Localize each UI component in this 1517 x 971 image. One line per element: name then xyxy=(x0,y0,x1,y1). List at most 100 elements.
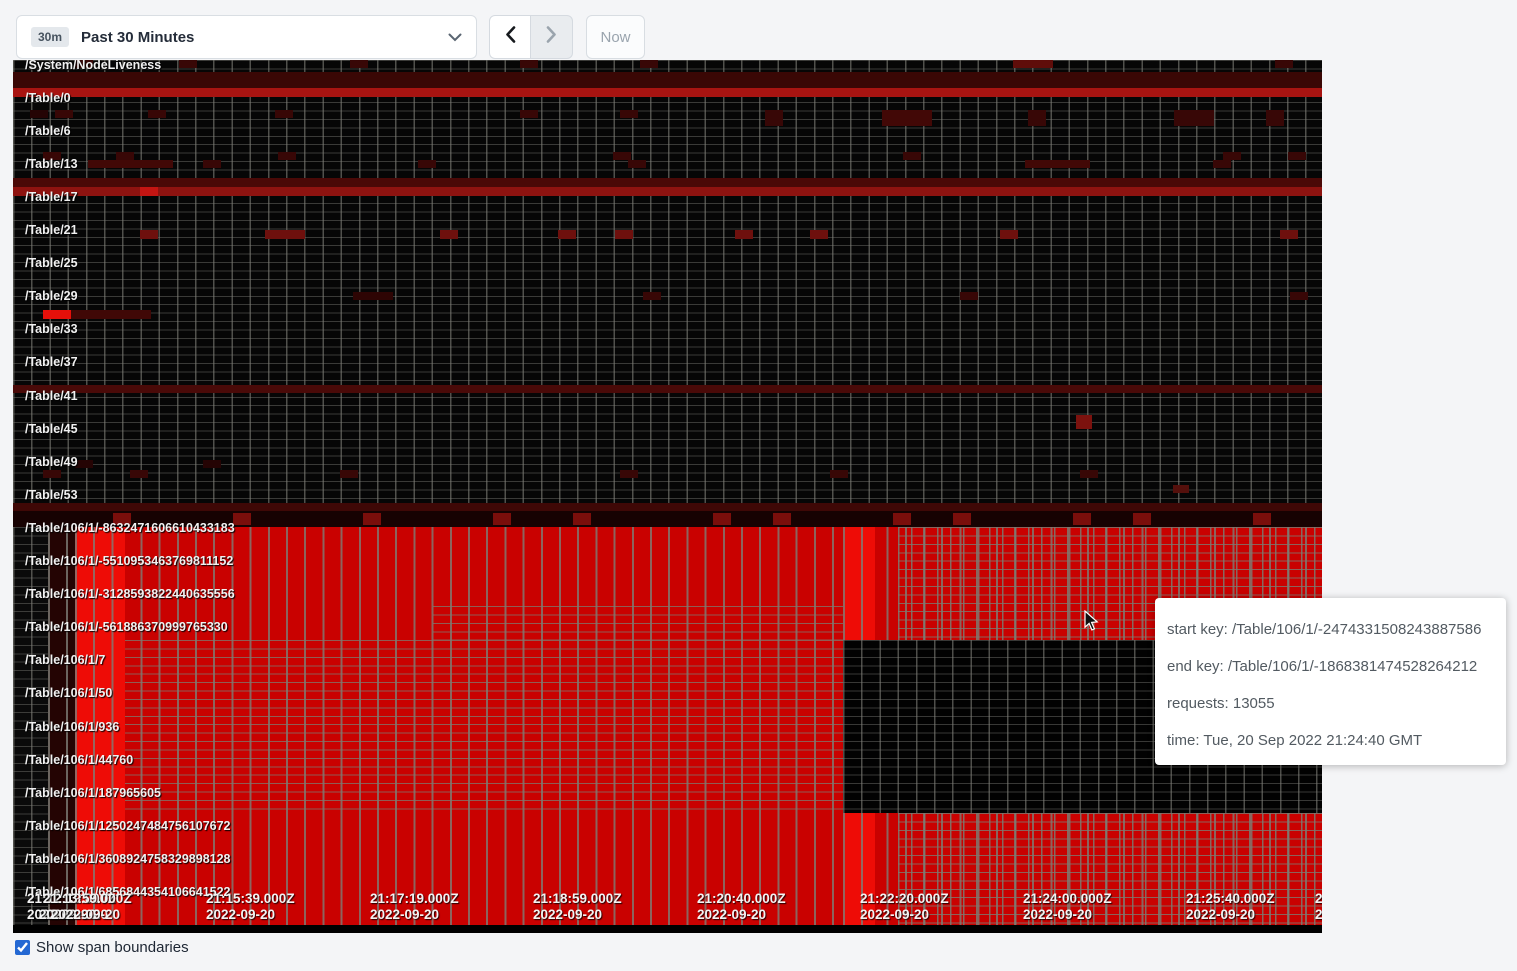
row-label: /Table/21 xyxy=(25,223,78,237)
now-button[interactable]: Now xyxy=(586,15,645,59)
heatmap-cell xyxy=(203,160,221,168)
tooltip-start-key: start key: /Table/106/1/-247433150824388… xyxy=(1167,611,1494,648)
time-axis-label: 21:17:19.000Z xyxy=(370,891,459,907)
heatmap-cell xyxy=(830,470,848,478)
row-label: /Table/45 xyxy=(25,422,78,436)
heatmap-cell xyxy=(1133,513,1151,525)
time-axis-label: 2022-09-20 xyxy=(533,907,602,923)
heatmap-cell xyxy=(140,230,158,239)
heatmap-cell xyxy=(1275,60,1293,68)
row-label: /Table/53 xyxy=(25,488,78,502)
heatmap-cell xyxy=(1280,230,1298,239)
heatmap-cell xyxy=(233,513,251,525)
time-axis-label: 21:25:40.000Z xyxy=(1186,891,1275,907)
heatmap-cell xyxy=(1288,152,1306,160)
heatmap-cell xyxy=(882,110,932,126)
row-label: /Table/106/1/3608924758329898128 xyxy=(25,852,231,866)
heatmap-cell xyxy=(615,230,633,239)
time-axis-label: 21:15:39.000Z xyxy=(206,891,295,907)
row-label: /Table/0 xyxy=(25,91,71,105)
heatmap-cell xyxy=(620,110,638,118)
time-range-label: Past 30 Minutes xyxy=(81,29,448,46)
heatmap-cell xyxy=(773,513,791,525)
tooltip-requests: requests: 13055 xyxy=(1167,685,1494,722)
time-range-dropdown[interactable]: 30m Past 30 Minutes xyxy=(16,15,477,59)
heatmap-band xyxy=(125,640,843,813)
chevron-left-icon xyxy=(505,26,516,48)
time-axis-label: 21:24:00.000Z xyxy=(1023,891,1112,907)
time-range-badge: 30m xyxy=(31,27,69,47)
heatmap-cell xyxy=(1000,230,1018,239)
heatmap-cell xyxy=(765,110,783,126)
time-axis-label: 2022-09-20 xyxy=(860,907,929,923)
row-label: /Table/106/1/1250247484756107672 xyxy=(25,819,231,833)
time-axis-label: 2022-09-20 xyxy=(206,907,275,923)
heatmap-band xyxy=(898,813,1322,925)
heatmap-cell xyxy=(613,152,631,160)
heatmap-cell xyxy=(640,60,658,68)
heatmap-cell xyxy=(340,470,358,478)
key-visualizer-heatmap[interactable]: /System/NodeLiveness/Table/0/Table/6/Tab… xyxy=(13,60,1322,933)
row-label: /System/NodeLiveness xyxy=(25,60,161,72)
heatmap-cell xyxy=(520,60,538,68)
show-span-boundaries-label: Show span boundaries xyxy=(36,939,189,956)
heatmap-cell xyxy=(1028,110,1046,126)
heatmap-cell xyxy=(1013,60,1053,68)
heatmap-cell xyxy=(1290,292,1308,300)
heatmap-cell xyxy=(116,152,134,160)
heatmap-cell xyxy=(265,230,305,239)
heatmap-cell xyxy=(1173,485,1189,493)
heatmap-band xyxy=(13,178,1322,187)
row-label: /Table/106/1/-8632471606610433183 xyxy=(25,521,235,535)
heatmap-band xyxy=(13,60,1322,515)
heatmap-cell xyxy=(558,230,576,239)
heatmap-cell xyxy=(55,110,73,118)
heatmap-cell xyxy=(88,160,173,168)
time-axis-label: 2022-09-20 xyxy=(1023,907,1092,923)
heatmap-cell xyxy=(30,110,48,118)
time-axis-label: 2022-09-20 xyxy=(1186,907,1255,923)
row-label: /Table/106/1/7 xyxy=(25,653,105,667)
time-nav-group xyxy=(489,15,573,59)
heatmap-band xyxy=(13,925,1322,933)
heatmap-cell xyxy=(1253,513,1271,525)
time-axis-label: 21:20:40.000Z xyxy=(697,891,786,907)
row-label: /Table/106/1/44760 xyxy=(25,753,133,767)
tooltip-time: time: Tue, 20 Sep 2022 21:24:40 GMT xyxy=(1167,722,1494,759)
chevron-right-icon xyxy=(546,26,557,48)
heatmap-band xyxy=(843,527,875,640)
row-label: /Table/25 xyxy=(25,256,78,270)
row-label: /Table/13 xyxy=(25,157,78,171)
time-axis-label: 21:13:59.000Z xyxy=(43,891,132,907)
heatmap-cell xyxy=(953,513,971,525)
row-label: /Table/106/1/936 xyxy=(25,720,119,734)
heatmap-cell xyxy=(520,110,538,118)
heatmap-cell xyxy=(418,160,436,168)
heatmap-cell xyxy=(713,513,731,525)
heatmap-cell xyxy=(43,310,71,319)
next-time-button[interactable] xyxy=(531,15,573,59)
tooltip-end-key: end key: /Table/106/1/-18683814745282642… xyxy=(1167,648,1494,685)
span-boundaries-control: Show span boundaries xyxy=(15,939,189,956)
key-visualizer-page: 30m Past 30 Minutes Now /System/NodeLive… xyxy=(0,0,1517,971)
heatmap-cell xyxy=(493,513,511,525)
row-label: /Table/49 xyxy=(25,455,78,469)
time-axis-label: 2022-09-20 xyxy=(697,907,766,923)
heatmap-cell xyxy=(1080,470,1098,478)
heatmap-cell xyxy=(440,230,458,239)
time-axis-label: 2022-09-20 xyxy=(1315,907,1322,923)
heatmap-cell xyxy=(1266,110,1284,126)
heatmap-cell xyxy=(1223,152,1241,160)
row-label: /Table/106/1/-561886370999765330 xyxy=(25,620,228,634)
heatmap-cell xyxy=(893,513,911,525)
heatmap-cell xyxy=(278,152,296,160)
heatmap-cell xyxy=(1213,160,1231,168)
row-label: /Table/106/1/-5510953463769811152 xyxy=(25,554,233,568)
heatmap-band xyxy=(13,385,1322,393)
row-label: /Table/41 xyxy=(25,389,78,403)
show-span-boundaries-checkbox[interactable] xyxy=(15,940,30,955)
heatmap-tooltip: start key: /Table/106/1/-247433150824388… xyxy=(1155,598,1506,765)
prev-time-button[interactable] xyxy=(489,15,531,59)
heatmap-cell xyxy=(573,513,591,525)
heatmap-cell xyxy=(643,292,661,300)
